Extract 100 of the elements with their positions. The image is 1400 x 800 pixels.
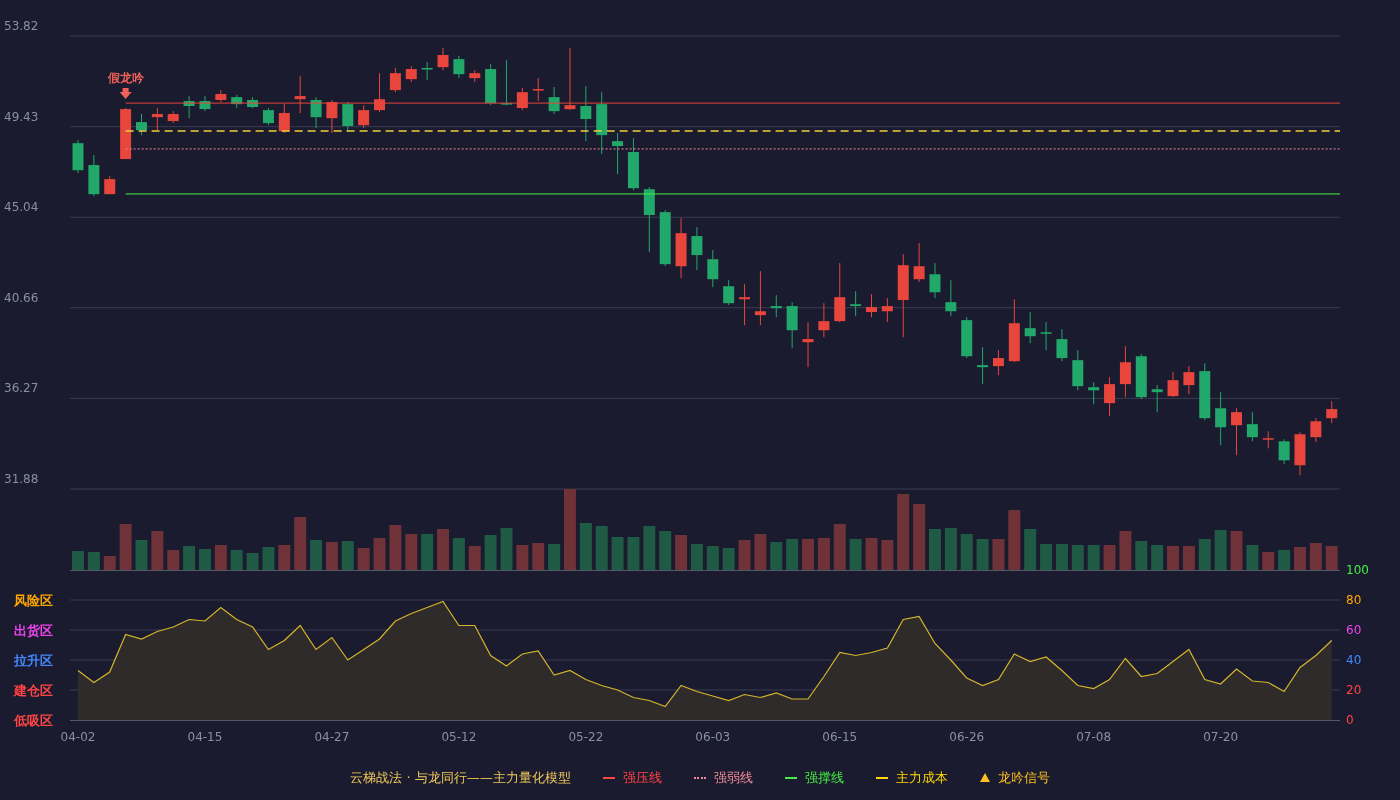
volume-bar [817,538,830,570]
volume-bar [373,538,386,570]
volume-bar [1262,552,1275,570]
candlestick [532,77,544,102]
candlestick [881,297,893,323]
volume-bar [1309,543,1322,570]
date-label: 04-02 [60,730,96,744]
volume-bar [389,525,402,570]
candlestick [469,69,481,83]
volume-bar [754,534,767,570]
volume-bar [278,545,291,570]
legend-label: 强撑线 [804,768,844,787]
candlestick [1008,298,1020,363]
candlestick [786,301,798,349]
candlestick [659,209,671,267]
volume-bar [706,546,719,570]
volume-bar [1325,546,1338,570]
arrow-down-icon [119,88,132,100]
volume-bar [325,542,338,570]
volume-bar [1167,546,1180,570]
volume-bar [183,546,196,570]
axis-label: 20 [1346,683,1362,697]
volume-bar [738,540,751,570]
volume-bar [1246,545,1259,570]
candlestick [992,349,1004,376]
candlestick [358,104,370,129]
volume-bar [627,537,640,570]
axis-label: 100 [1346,563,1369,577]
signal-label: 假龙吟 [107,71,144,86]
legend-label: 强弱线 [713,768,753,787]
candlestick [1326,400,1338,424]
date-label: 06-03 [695,730,731,744]
candlestick [405,65,417,83]
candlestick [389,67,401,93]
candlestick [231,94,243,109]
date-label: 05-12 [441,730,477,744]
candlestick [485,63,497,106]
legend-label: 龙吟信号 [997,768,1050,787]
axis-label: 36.27 [4,381,39,396]
axis-label: 53.82 [4,19,39,33]
volume-bar [135,540,148,570]
volume-bar [690,544,703,570]
candlestick [262,107,274,126]
volume-bar [929,529,941,570]
axis-label: 45.04 [4,200,39,215]
zone-label: 建仓区 [14,683,53,698]
volume-bar [151,531,164,570]
candlestick [929,262,941,299]
volume-bar [833,524,846,570]
zone-label: 低吸区 [14,713,53,728]
volume-bar [1087,545,1100,570]
candlestick [834,262,846,323]
volume-bar [437,529,449,570]
volume-bar [849,539,862,570]
candlestick [183,95,195,119]
volume-bar [246,553,259,570]
candlestick [707,249,719,288]
date-label: 05-22 [568,730,604,744]
candlestick [770,294,782,318]
volume-bar [452,538,465,570]
volume-bar [611,537,624,570]
candlestick [1151,384,1163,413]
volume-bar [595,526,608,570]
volume-bar [1182,546,1195,570]
date-label: 06-15 [822,730,858,744]
legend-label: 强压线 [622,768,662,787]
volume-bar [516,545,529,570]
volume-bar [960,534,973,570]
volume-bar [1278,550,1291,570]
candlestick [453,55,465,79]
candlestick [516,87,528,111]
volume-bar [198,549,211,570]
volume-bar [262,547,275,570]
candlestick [136,113,147,136]
candlestick [310,96,322,129]
candlestick [151,107,163,131]
volume-bar [865,538,878,570]
candlestick [421,61,433,81]
candlestick [501,59,512,106]
candlestick [1231,407,1242,456]
candlestick [1024,311,1036,344]
candlestick [1215,391,1227,446]
volume-bar [87,552,100,570]
volume-bar [230,550,243,570]
candlestick [945,279,957,317]
volume-bar [1103,545,1116,570]
candlestick [1167,371,1179,398]
candlestick [167,110,179,124]
volume-bar [1214,530,1227,570]
legend-label: 主力成本 [895,768,948,787]
candlestick [326,99,338,134]
candlestick [627,137,639,191]
candlestick [437,47,449,71]
candlestick [739,283,751,326]
candlestick [374,72,386,113]
volume-bar [1198,539,1211,570]
volume-bar [72,551,84,570]
candlestick [88,154,100,197]
candlestick [818,302,830,338]
volume-bar [341,541,354,570]
